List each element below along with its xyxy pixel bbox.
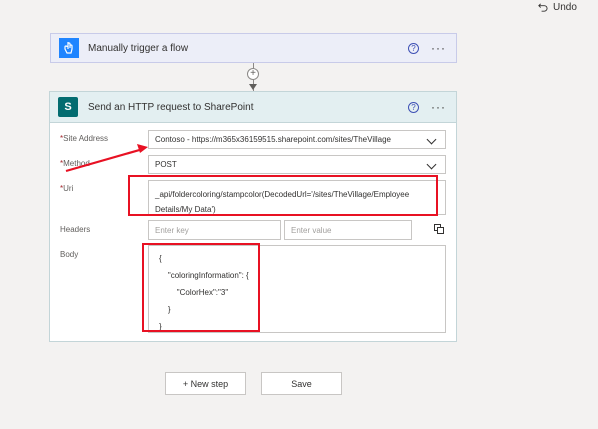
new-step-button[interactable]: + New step: [165, 372, 246, 395]
save-button[interactable]: Save: [261, 372, 342, 395]
annotation-arrow: [65, 144, 148, 173]
